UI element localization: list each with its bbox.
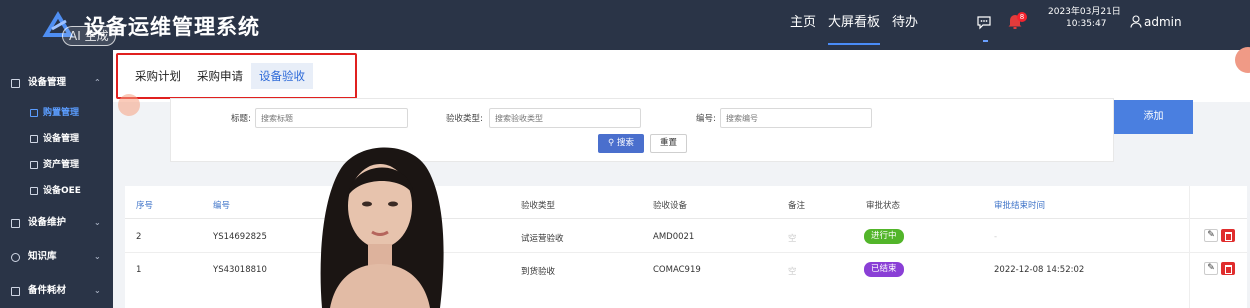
code-label: 编号: (696, 114, 716, 124)
chevron-down-icon: ⌄ (94, 252, 101, 261)
app-title: 设备运维管理系统 (84, 15, 260, 39)
action-column-divider (1189, 186, 1190, 308)
username[interactable]: admin (1144, 15, 1182, 29)
column-header-note: 备注 (788, 201, 806, 211)
delete-icon[interactable] (1221, 229, 1235, 242)
column-header-approval-status: 审批状态 (866, 201, 901, 211)
code-search-input[interactable] (720, 108, 872, 128)
sidebar-item-purchase-management[interactable]: 购置管理 (0, 100, 113, 126)
menu-item-icon (30, 187, 38, 195)
column-header-acceptance-type: 验收类型 (521, 201, 556, 211)
edit-icon[interactable]: ✎ (1204, 229, 1218, 242)
sidebar-item-label: 设备OEE (43, 186, 81, 196)
row-note: 空 (788, 267, 797, 277)
notification-badge: 8 (1017, 12, 1027, 22)
app-header: AI 生成 设备运维管理系统 主页 大屏看板 待办 8 2023年03月21日 … (0, 0, 1250, 50)
acceptance-type-search-input[interactable] (489, 108, 641, 128)
user-icon[interactable] (1130, 15, 1142, 28)
sidebar-item-asset-management[interactable]: 资产管理 (0, 152, 113, 178)
row-index: 2 (136, 232, 142, 242)
row-divider (125, 252, 1247, 253)
row-end-time: - (994, 232, 998, 242)
status-badge: 进行中 (864, 229, 904, 244)
knowledge-icon (11, 253, 20, 262)
acceptance-type-label: 验收类型: (446, 114, 483, 124)
chevron-down-icon: ⌄ (94, 286, 101, 295)
highlight-box (116, 53, 357, 99)
edit-icon[interactable]: ✎ (1204, 262, 1218, 275)
header-divider (125, 218, 1247, 219)
presenter-video-overlay (320, 147, 444, 308)
sidebar-section-label: 设备管理 (28, 77, 67, 88)
menu-item-icon (30, 109, 38, 117)
menu-item-icon (30, 161, 38, 169)
search-button-label: 搜索 (616, 138, 634, 148)
current-time: 10:35:47 (1066, 19, 1107, 29)
maintenance-icon (11, 219, 20, 228)
sidebar-item-device-oee[interactable]: 设备OEE (0, 178, 113, 204)
sidebar: 设备管理 ⌃ 购置管理 设备管理 资产管理 设备OEE 设备维护 ⌄ 知识库 ⌄… (0, 50, 113, 308)
column-header-index: 序号 (136, 201, 154, 211)
menu-item-icon (30, 135, 38, 143)
sidebar-item-device-management[interactable]: 设备管理 (0, 126, 113, 152)
nav-dashboard[interactable]: 大屏看板 (828, 15, 881, 45)
sidebar-section-knowledge[interactable]: 知识库 ⌄ (0, 244, 113, 270)
nav-todo[interactable]: 待办 (892, 15, 918, 45)
chevron-down-icon: ⌄ (94, 218, 101, 227)
row-code: YS14692825 (213, 232, 267, 242)
row-acceptance-type: 试运营验收 (521, 234, 564, 244)
sidebar-section-spare-parts[interactable]: 备件耗材 ⌄ (0, 278, 113, 304)
search-icon: ⚲ (608, 138, 615, 148)
sidebar-section-label: 知识库 (28, 251, 57, 262)
sidebar-item-label: 购置管理 (43, 108, 80, 118)
sidebar-item-label: 资产管理 (43, 160, 80, 170)
column-header-approval-end-time: 审批结束时间 (994, 201, 1046, 211)
nav-home[interactable]: 主页 (790, 15, 816, 45)
monitor-icon (11, 79, 20, 88)
chat-indicator (983, 40, 988, 42)
column-header-code: 编号 (213, 201, 231, 211)
title-label: 标题: (231, 114, 251, 124)
sidebar-section-device-management[interactable]: 设备管理 ⌃ (0, 70, 113, 96)
sidebar-section-maintenance[interactable]: 设备维护 ⌄ (0, 210, 113, 236)
add-button[interactable]: 添加 (1114, 100, 1193, 134)
status-badge: 已结束 (864, 262, 904, 277)
row-note: 空 (788, 234, 797, 244)
chevron-up-icon: ⌃ (94, 78, 101, 87)
top-nav: 主页 大屏看板 待办 (790, 15, 930, 45)
row-code: YS43018810 (213, 265, 267, 275)
search-button[interactable]: ⚲ 搜索 (598, 134, 644, 153)
parts-icon (11, 287, 20, 296)
title-search-input[interactable] (255, 108, 408, 128)
sidebar-section-label: 备件耗材 (28, 285, 67, 296)
row-end-time: 2022-12-08 14:52:02 (994, 265, 1085, 275)
delete-icon[interactable] (1221, 262, 1235, 275)
sidebar-section-label: 设备维护 (28, 217, 67, 228)
chat-icon[interactable] (976, 14, 992, 30)
row-index: 1 (136, 265, 142, 275)
row-device: COMAC919 (653, 265, 701, 275)
reset-button[interactable]: 重置 (650, 134, 687, 153)
column-header-acceptance-device: 验收设备 (653, 201, 688, 211)
cursor-indicator (118, 94, 140, 116)
row-device: AMD0021 (653, 232, 695, 242)
row-acceptance-type: 到货验收 (521, 267, 556, 277)
sidebar-item-label: 设备管理 (43, 134, 80, 144)
current-date: 2023年03月21日 (1048, 7, 1121, 17)
